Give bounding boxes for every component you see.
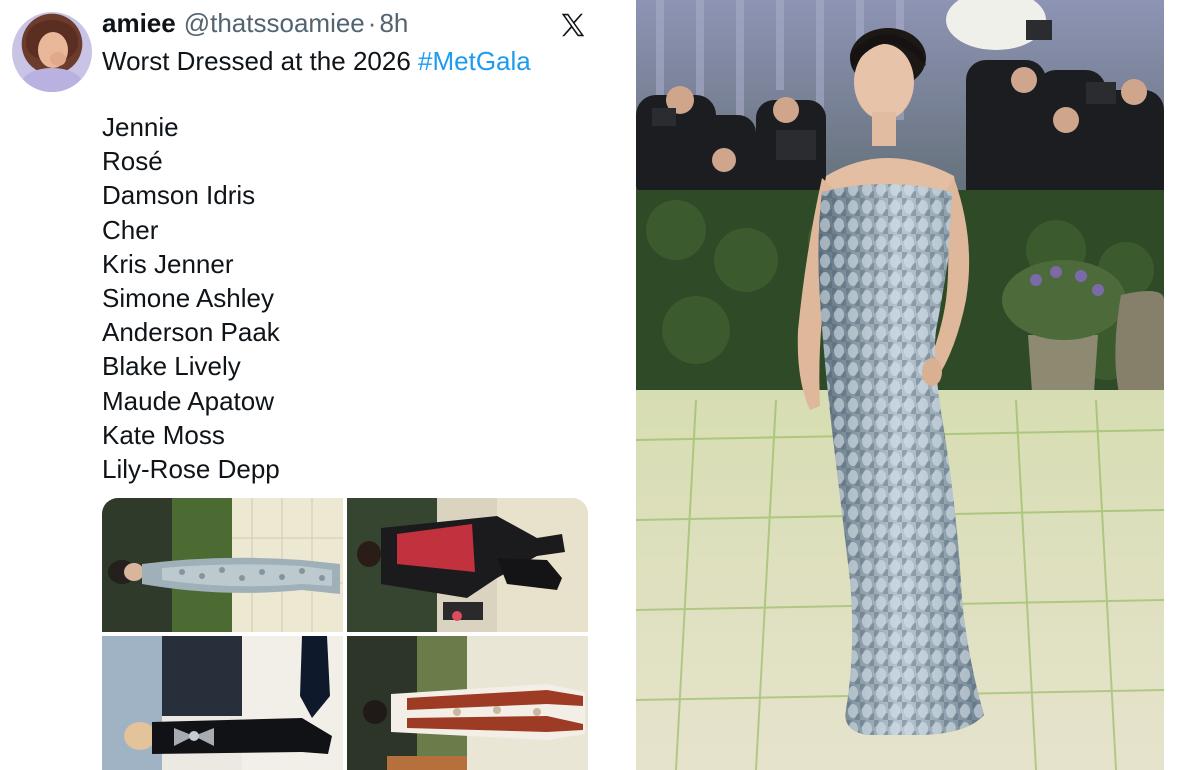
list-item: Anderson Paak xyxy=(102,317,280,348)
media-thumbnail-4[interactable] xyxy=(347,636,588,770)
tweet-timestamp[interactable]: 8h xyxy=(379,8,408,39)
list-item: Cher xyxy=(102,214,159,245)
right-margin xyxy=(1164,0,1200,770)
media-thumbnail-2[interactable] xyxy=(347,498,588,632)
media-thumbnail-1[interactable] xyxy=(102,498,343,632)
tweet-text: Worst Dressed at the 2026 #MetGala xyxy=(102,44,602,78)
hashtag-link[interactable]: #MetGala xyxy=(418,46,531,76)
media-thumbnail-3[interactable] xyxy=(102,636,343,770)
header-separator: · xyxy=(367,8,377,38)
list-item: Blake Lively xyxy=(102,351,241,382)
x-logo-icon[interactable] xyxy=(558,10,588,40)
worst-dressed-list: Jennie Rosé Damson Idris Cher Kris Jenne… xyxy=(102,110,280,486)
author-handle[interactable]: @thatssoamiee xyxy=(184,8,365,39)
list-item: Rosé xyxy=(102,146,163,177)
list-item: Jennie xyxy=(102,112,179,142)
list-item: Maude Apatow xyxy=(102,385,275,416)
media-grid xyxy=(102,498,588,770)
tweet-text-prefix: Worst Dressed at the 2026 xyxy=(102,46,419,76)
author-display-name[interactable]: amiee xyxy=(102,8,176,39)
tweet-header: amiee @thatssoamiee · 8h xyxy=(102,8,408,38)
author-avatar[interactable] xyxy=(12,12,92,92)
list-item: Simone Ashley xyxy=(102,282,274,313)
list-item: Lily-Rose Depp xyxy=(102,453,280,484)
avatar-shirt xyxy=(22,68,82,92)
list-item: Damson Idris xyxy=(102,180,256,211)
tweet-card: amiee @thatssoamiee · 8h Worst Dressed a… xyxy=(0,0,636,770)
red-carpet-photo[interactable] xyxy=(636,0,1164,770)
list-item: Kris Jenner xyxy=(102,248,234,279)
list-item: Kate Moss xyxy=(102,419,225,450)
avatar-hand xyxy=(50,52,66,66)
